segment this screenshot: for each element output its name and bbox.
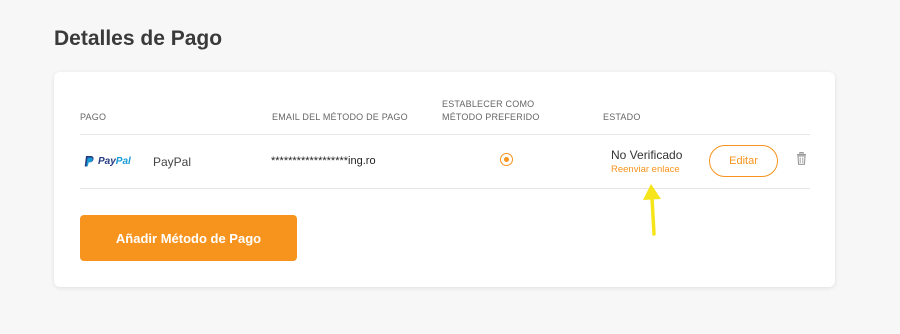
- resend-link[interactable]: Reenviar enlace: [611, 164, 680, 175]
- radio-selected-dot: [504, 157, 509, 162]
- header-preferred: ESTABLECER COMO MÉTODO PREFERIDO: [442, 98, 562, 124]
- arrow-up-icon: [643, 184, 661, 236]
- page-title: Detalles de Pago: [54, 27, 223, 50]
- add-payment-method-button[interactable]: Añadir Método de Pago: [80, 215, 297, 261]
- paypal-logo-pay: Pay: [98, 156, 116, 167]
- payment-methods-card: PAGO EMAIL DEL MÉTODO DE PAGO ESTABLECER…: [54, 72, 835, 287]
- paypal-p-icon: [84, 156, 94, 167]
- table-divider: [80, 134, 810, 135]
- header-preferred-line1: ESTABLECER COMO: [442, 99, 535, 109]
- header-email: EMAIL DEL MÉTODO DE PAGO: [272, 112, 408, 122]
- payment-method-email: ******************ing.ro: [271, 155, 376, 167]
- paypal-logo-pal: Pal: [115, 156, 131, 167]
- status-text: No Verificado: [611, 148, 683, 162]
- header-estado: ESTADO: [603, 112, 641, 122]
- header-preferred-line2: MÉTODO PREFERIDO: [442, 112, 540, 122]
- payment-method-name: PayPal: [153, 155, 192, 169]
- trash-icon[interactable]: [796, 152, 807, 165]
- preferred-method-radio[interactable]: [500, 153, 513, 166]
- paypal-logo: PayPal: [84, 155, 131, 168]
- table-divider: [80, 188, 810, 189]
- edit-button[interactable]: Editar: [709, 145, 778, 177]
- header-pago: PAGO: [80, 112, 107, 122]
